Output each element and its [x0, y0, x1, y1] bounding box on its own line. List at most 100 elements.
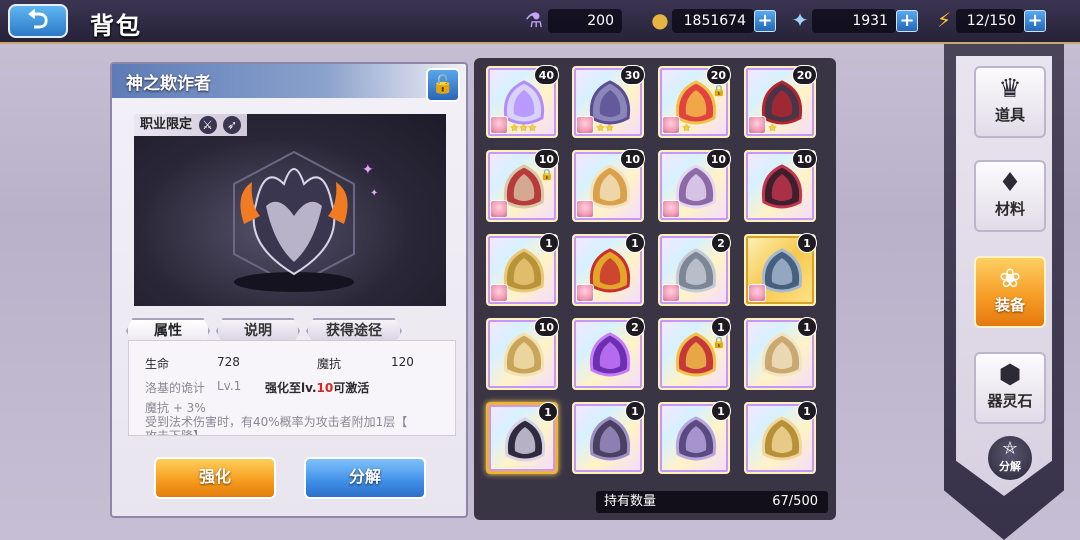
lock-icon: 🔒: [712, 84, 726, 97]
gold-count: 1851674: [672, 9, 754, 33]
nav-label-equipment: 装备: [994, 296, 1025, 314]
decompose-item-button[interactable]: 分解: [304, 457, 426, 499]
inventory-cell[interactable]: 2: [572, 317, 645, 390]
inventory-cell[interactable]: 40 ★★★: [486, 65, 559, 138]
lock-toggle-button[interactable]: 🔓: [426, 68, 460, 102]
nav-item-soul-stone[interactable]: ⬢ 器灵石: [974, 352, 1046, 424]
item-quantity-badge: 1: [711, 317, 731, 337]
hold-count-bar: 持有数量 67/500: [596, 491, 828, 513]
unlock-suffix: 可激活: [333, 381, 370, 395]
set-level: Lv.1: [217, 379, 242, 393]
hero-avatar-icon: [490, 200, 508, 218]
hero-avatar-icon: [662, 284, 680, 302]
add-stamina-button[interactable]: +: [1024, 10, 1046, 32]
inventory-cell[interactable]: 1: [572, 401, 645, 474]
mres-label: 魔抗: [317, 357, 342, 371]
hero-avatar-icon: [748, 116, 766, 134]
unlock-requirement: 强化至lv.10可激活: [265, 379, 369, 396]
crossed-swords-icon: ⚔: [198, 115, 217, 134]
effect-line-cut: 攻击下降】: [145, 429, 206, 436]
back-arrow-icon: ⮌: [27, 5, 49, 35]
item-quantity-badge: 1: [538, 402, 558, 422]
item-quantity-badge: 10: [791, 149, 817, 169]
inventory-cell[interactable]: 30 ★★: [572, 65, 645, 138]
lightning-icon: ⚡: [936, 8, 952, 32]
inventory-cell[interactable]: 1: [744, 401, 817, 474]
back-button[interactable]: ⮌: [8, 4, 68, 38]
soul-stone-icon: ⬢: [998, 360, 1022, 390]
stamina-count: 12/150: [956, 9, 1024, 33]
item-quantity-badge: 1: [711, 401, 731, 421]
batch-decompose-button[interactable]: ⛤ 分解: [986, 434, 1034, 482]
inventory-cell[interactable]: 1: [744, 317, 817, 390]
class-limit-label: 职业限定: [140, 117, 193, 132]
item-quantity-badge: 10: [533, 149, 559, 169]
inventory-cell[interactable]: 2: [658, 233, 731, 306]
crown-cluster-icon: ♛: [998, 74, 1022, 104]
attribute-box[interactable]: 生命 728 魔抗 120 洛基的诡计 Lv.1 强化至lv.10可激活 魔抗 …: [128, 340, 456, 436]
inventory-cell[interactable]: 1: [744, 233, 817, 306]
unlock-level: 10: [316, 381, 334, 395]
star-rating: ★★★: [510, 123, 537, 134]
inventory-cell[interactable]: 1: [572, 233, 645, 306]
svg-text:✦: ✦: [370, 188, 378, 199]
potion-count: 200: [548, 9, 622, 33]
inventory-cell[interactable]: 10 🔒: [486, 149, 559, 222]
hero-avatar-icon: [576, 200, 594, 218]
inventory-cell[interactable]: 1 🔒: [658, 317, 731, 390]
inventory-cell[interactable]: 10: [486, 317, 559, 390]
inventory-cell[interactable]: 10: [744, 149, 817, 222]
item-quantity-badge: 2: [711, 233, 731, 253]
inventory-cell[interactable]: 10: [572, 149, 645, 222]
star-count: 1931: [812, 9, 896, 33]
inventory-cell[interactable]: 1: [658, 401, 731, 474]
inventory-cell[interactable]: 1: [486, 233, 559, 306]
set-name: 洛基的诡计: [145, 381, 206, 395]
unlock-icon: 🔓: [431, 74, 455, 95]
item-quantity-badge: 10: [619, 149, 645, 169]
item-quantity-badge: 1: [797, 401, 817, 421]
star-rating: ★: [682, 123, 691, 134]
top-bar: ⮌ 背包 ⚗ 200 ● 1851674 + ✦ 1931 + ⚡ 12/150…: [0, 0, 1080, 44]
hero-avatar-icon: [662, 200, 680, 218]
nav-label-props: 道具: [994, 106, 1025, 124]
item-quantity-badge: 1: [797, 233, 817, 253]
detail-header: 神之欺诈者: [112, 64, 466, 98]
unlock-prefix: 强化至lv.: [265, 381, 317, 395]
hp-label: 生命: [145, 357, 170, 371]
inventory-cell[interactable]: 20 ★ 🔒: [658, 65, 731, 138]
item-quantity-badge: 10: [533, 317, 559, 337]
item-quantity-badge: 1: [625, 233, 645, 253]
nav-item-materials[interactable]: ♦ 材料: [974, 160, 1046, 232]
nav-item-equipment[interactable]: ❀ 装备: [974, 256, 1046, 328]
nav-item-props[interactable]: ♛ 道具: [974, 66, 1046, 138]
item-quantity-badge: 40: [533, 65, 559, 85]
gold-coin-icon: ●: [651, 8, 669, 32]
add-star-button[interactable]: +: [896, 10, 918, 32]
inventory-cell[interactable]: 1: [486, 402, 558, 474]
page-title: 背包: [90, 12, 142, 40]
lock-icon: 🔒: [540, 168, 554, 181]
hero-avatar-icon: [748, 284, 766, 302]
bow-icon: ➶: [223, 115, 242, 134]
star-rating: ★: [768, 123, 777, 134]
star-crystal-icon: ✦: [791, 8, 809, 32]
enhance-button[interactable]: 强化: [154, 457, 276, 499]
item-quantity-badge: 2: [625, 317, 645, 337]
item-name: 神之欺诈者: [126, 74, 211, 94]
class-limit: 职业限定 ⚔ ➶: [134, 114, 248, 136]
add-gold-button[interactable]: +: [754, 10, 776, 32]
flower-emblem-icon: ❀: [999, 264, 1021, 294]
item-quantity-badge: 1: [625, 401, 645, 421]
svg-text:✦: ✦: [362, 162, 374, 178]
hero-avatar-icon: [490, 116, 508, 134]
hero-avatar-icon: [576, 116, 594, 134]
inventory-cell[interactable]: 10: [658, 149, 731, 222]
hp-value: 728: [217, 355, 240, 369]
item-preview: 职业限定 ⚔ ➶ ✦ ✦: [134, 114, 446, 306]
hero-avatar-icon: [490, 284, 508, 302]
item-detail-panel: 神之欺诈者 🔓 职业限定 ⚔ ➶ ✦ ✦ 属性 说明 获得途径 生命 728 魔…: [110, 62, 468, 518]
hero-avatar-icon: [662, 116, 680, 134]
nav-label-materials: 材料: [994, 200, 1025, 218]
inventory-cell[interactable]: 20 ★: [744, 65, 817, 138]
